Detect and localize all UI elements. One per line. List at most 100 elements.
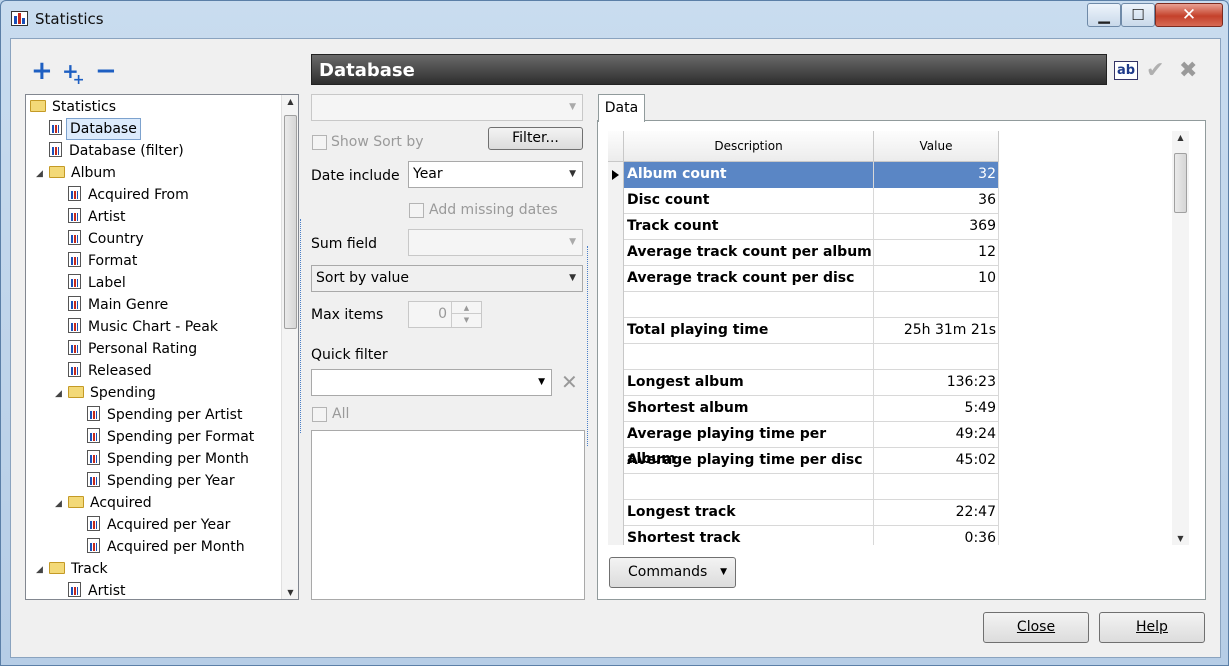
expand-toggle-icon[interactable]: ◢ (55, 493, 62, 515)
date-include-select[interactable]: Year ▼ (408, 161, 583, 188)
row-header[interactable] (608, 500, 624, 526)
row-header[interactable] (608, 396, 624, 422)
tree-item[interactable]: ◢ Acquired (55, 492, 155, 514)
description-cell[interactable]: Disc count (624, 188, 874, 214)
column-header-description[interactable]: Description (624, 131, 874, 162)
row-header[interactable] (608, 474, 624, 500)
table-row[interactable] (608, 474, 999, 500)
show-sort-by-checkbox[interactable] (312, 135, 327, 150)
description-cell[interactable]: Track count (624, 214, 874, 240)
value-cell[interactable]: 0:36 (874, 526, 999, 545)
table-row[interactable]: Longest track 22:47 (608, 500, 999, 526)
tree-item[interactable]: Artist (68, 580, 129, 599)
scroll-down-icon[interactable]: ▼ (282, 588, 298, 597)
tree-item[interactable]: Main Genre (68, 294, 171, 316)
column-header-value[interactable]: Value (874, 131, 999, 162)
row-header[interactable] (608, 188, 624, 214)
clear-filter-icon[interactable]: ✕ (561, 370, 578, 394)
scroll-up-icon[interactable]: ▲ (1172, 133, 1189, 142)
description-cell[interactable]: Shortest album (624, 396, 874, 422)
value-cell[interactable]: 369 (874, 214, 999, 240)
row-header[interactable] (608, 344, 624, 370)
tree-item[interactable]: Spending per Format (87, 426, 257, 448)
expand-toggle-icon[interactable]: ◢ (55, 383, 62, 405)
description-cell[interactable] (624, 292, 874, 318)
tree-scroll-thumb[interactable] (284, 115, 297, 329)
remove-icon[interactable]: − (95, 58, 117, 84)
tree-item[interactable]: Acquired per Year (87, 514, 233, 536)
expand-toggle-icon[interactable]: ◢ (36, 559, 43, 581)
description-cell[interactable]: Average track count per album (624, 240, 874, 266)
rename-icon[interactable]: ab (1114, 61, 1139, 80)
add-missing-dates-checkbox[interactable] (409, 203, 424, 218)
sort-select[interactable]: Sort by value ▼ (311, 265, 583, 292)
value-cell[interactable]: 12 (874, 240, 999, 266)
tree-item[interactable]: Statistics (30, 96, 119, 118)
scroll-down-icon[interactable]: ▼ (1172, 534, 1189, 543)
description-cell[interactable]: Average playing time per disc (624, 448, 874, 474)
value-cell[interactable]: 49:24 (874, 422, 999, 448)
description-cell[interactable]: Average track count per disc (624, 266, 874, 292)
filter-button[interactable]: Filter... (488, 127, 583, 150)
table-row[interactable]: Shortest track 0:36 (608, 526, 999, 545)
tree-item[interactable]: Country (68, 228, 147, 250)
tree-item[interactable]: Acquired per Month (87, 536, 248, 558)
description-cell[interactable] (624, 344, 874, 370)
value-cell[interactable] (874, 474, 999, 500)
table-row[interactable]: Disc count 36 (608, 188, 999, 214)
tree-item[interactable]: Personal Rating (68, 338, 200, 360)
description-cell[interactable]: Longest track (624, 500, 874, 526)
value-cell[interactable] (874, 344, 999, 370)
table-row[interactable]: Album count 32 (608, 162, 999, 188)
tree-item[interactable]: Format (68, 250, 140, 272)
table-row[interactable]: Average playing time per album 49:24 (608, 422, 999, 467)
row-header[interactable] (608, 526, 624, 545)
tree-scrollbar[interactable]: ▲ ▼ (281, 95, 298, 599)
all-checkbox[interactable] (312, 407, 327, 422)
tree-item[interactable]: Spending per Month (87, 448, 252, 470)
tree-item[interactable]: ◢ Album (36, 162, 119, 184)
filter-values-list[interactable] (311, 430, 585, 600)
description-cell[interactable]: Total playing time (624, 318, 874, 344)
statistic-type-combo[interactable]: ▼ (311, 94, 583, 121)
close-button[interactable]: Close (983, 612, 1089, 643)
description-cell[interactable] (624, 474, 874, 500)
table-row[interactable]: Shortest album 5:49 (608, 396, 999, 422)
statistics-grid[interactable]: Description Value Album count 32 Disc coun… (608, 131, 999, 545)
table-row[interactable]: Total playing time 25h 31m 21s (608, 318, 999, 344)
add-sub-icon[interactable]: ++ (62, 59, 91, 88)
stepper-down-icon[interactable]: ▼ (451, 314, 481, 327)
value-cell[interactable]: 45:02 (874, 448, 999, 474)
value-cell[interactable] (874, 292, 999, 318)
max-items-stepper[interactable]: 0 ▲ ▼ (408, 301, 482, 328)
tree-item[interactable]: ◢ Spending (55, 382, 159, 404)
right-splitter[interactable] (587, 246, 590, 446)
minimize-button[interactable]: ▁ (1087, 3, 1121, 27)
tree-item[interactable]: Artist (68, 206, 129, 228)
row-header[interactable] (608, 422, 624, 448)
row-header[interactable] (608, 162, 624, 188)
description-cell[interactable]: Average playing time per album (624, 422, 874, 467)
tree-item[interactable]: Database (filter) (49, 140, 187, 162)
cancel-x-icon[interactable]: ✖ (1179, 59, 1197, 83)
value-cell[interactable]: 5:49 (874, 396, 999, 422)
description-cell[interactable]: Shortest track (624, 526, 874, 545)
confirm-check-icon[interactable]: ✔ (1146, 59, 1164, 83)
grid-scroll-thumb[interactable] (1174, 153, 1187, 213)
commands-button[interactable]: Commands ▼ (609, 557, 736, 588)
maximize-button[interactable]: ☐ (1121, 3, 1155, 27)
description-cell[interactable]: Longest album (624, 370, 874, 396)
value-cell[interactable]: 32 (874, 162, 999, 188)
tree-item[interactable]: Spending per Artist (87, 404, 245, 426)
tree-item[interactable]: Database (49, 118, 141, 140)
scroll-up-icon[interactable]: ▲ (282, 97, 298, 106)
value-cell[interactable]: 136:23 (874, 370, 999, 396)
value-cell[interactable]: 25h 31m 21s (874, 318, 999, 344)
row-header[interactable] (608, 370, 624, 396)
statistics-tree[interactable]: ▲ ▼ Statistics Database Database (filter) ◢… (25, 94, 299, 600)
table-row[interactable]: Average playing time per disc 45:02 (608, 448, 999, 474)
tree-item[interactable]: Acquired From (68, 184, 192, 206)
add-icon[interactable]: + (31, 58, 53, 84)
tab-data[interactable]: Data (598, 94, 645, 122)
table-row[interactable]: Average track count per album 12 (608, 240, 999, 266)
